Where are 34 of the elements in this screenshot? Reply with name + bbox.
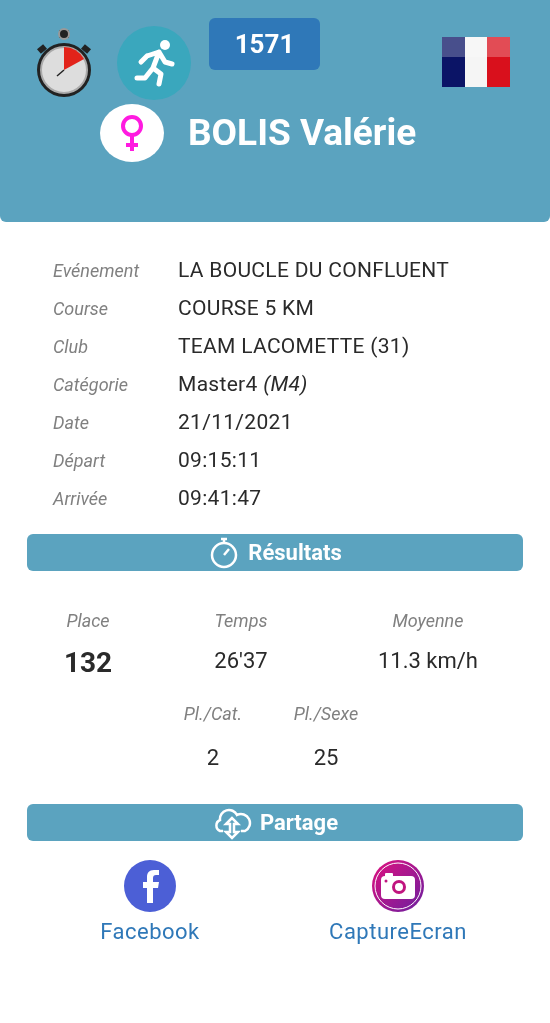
share-button[interactable]: CaptureEcran <box>300 859 496 948</box>
detail-value: LA BOUCLE DU CONFLUENT <box>178 257 450 284</box>
stat-value: 26'37 <box>214 647 268 675</box>
stat-label: Pl./Sexe <box>293 702 359 726</box>
stat-label: Place <box>66 609 110 633</box>
bib-number: 1571 <box>209 18 320 70</box>
detail-value: 09:41:47 <box>178 485 262 512</box>
french-flag-icon <box>442 37 510 87</box>
stat-value: 25 <box>313 744 339 772</box>
detail-value: COURSE 5 KM <box>178 295 315 322</box>
detail-label: Evénement <box>53 259 141 283</box>
runner-icon <box>117 26 191 100</box>
detail-label: Catégorie <box>53 373 129 397</box>
section-title: Résultats <box>248 539 342 567</box>
stat-label: Moyenne <box>392 609 464 633</box>
detail-label: Arrivée <box>53 487 109 511</box>
camera-icon <box>371 859 425 913</box>
stat-label: Temps <box>214 609 268 633</box>
detail-value: Master4 (M4) <box>178 371 308 398</box>
athlete-name: BOLIS Valérie <box>188 110 417 157</box>
detail-label: Club <box>53 335 90 359</box>
detail-label: Date <box>53 411 90 435</box>
share-button[interactable]: Facebook <box>0 859 300 948</box>
detail-label: Départ <box>53 449 107 473</box>
stat-value: 2 <box>206 744 220 772</box>
stat-value: 11.3 km/h <box>378 647 478 675</box>
stat-value: 132 <box>63 645 113 681</box>
section-title: Partage <box>259 809 339 837</box>
detail-value: TEAM LACOMETTE (31) <box>178 333 410 360</box>
detail-value: 21/11/2021 <box>178 409 293 436</box>
facebook-icon <box>123 859 177 913</box>
stat-label: Pl./Cat. <box>183 702 243 726</box>
detail-label: Course <box>53 297 110 321</box>
detail-value: 09:15:11 <box>178 447 262 474</box>
